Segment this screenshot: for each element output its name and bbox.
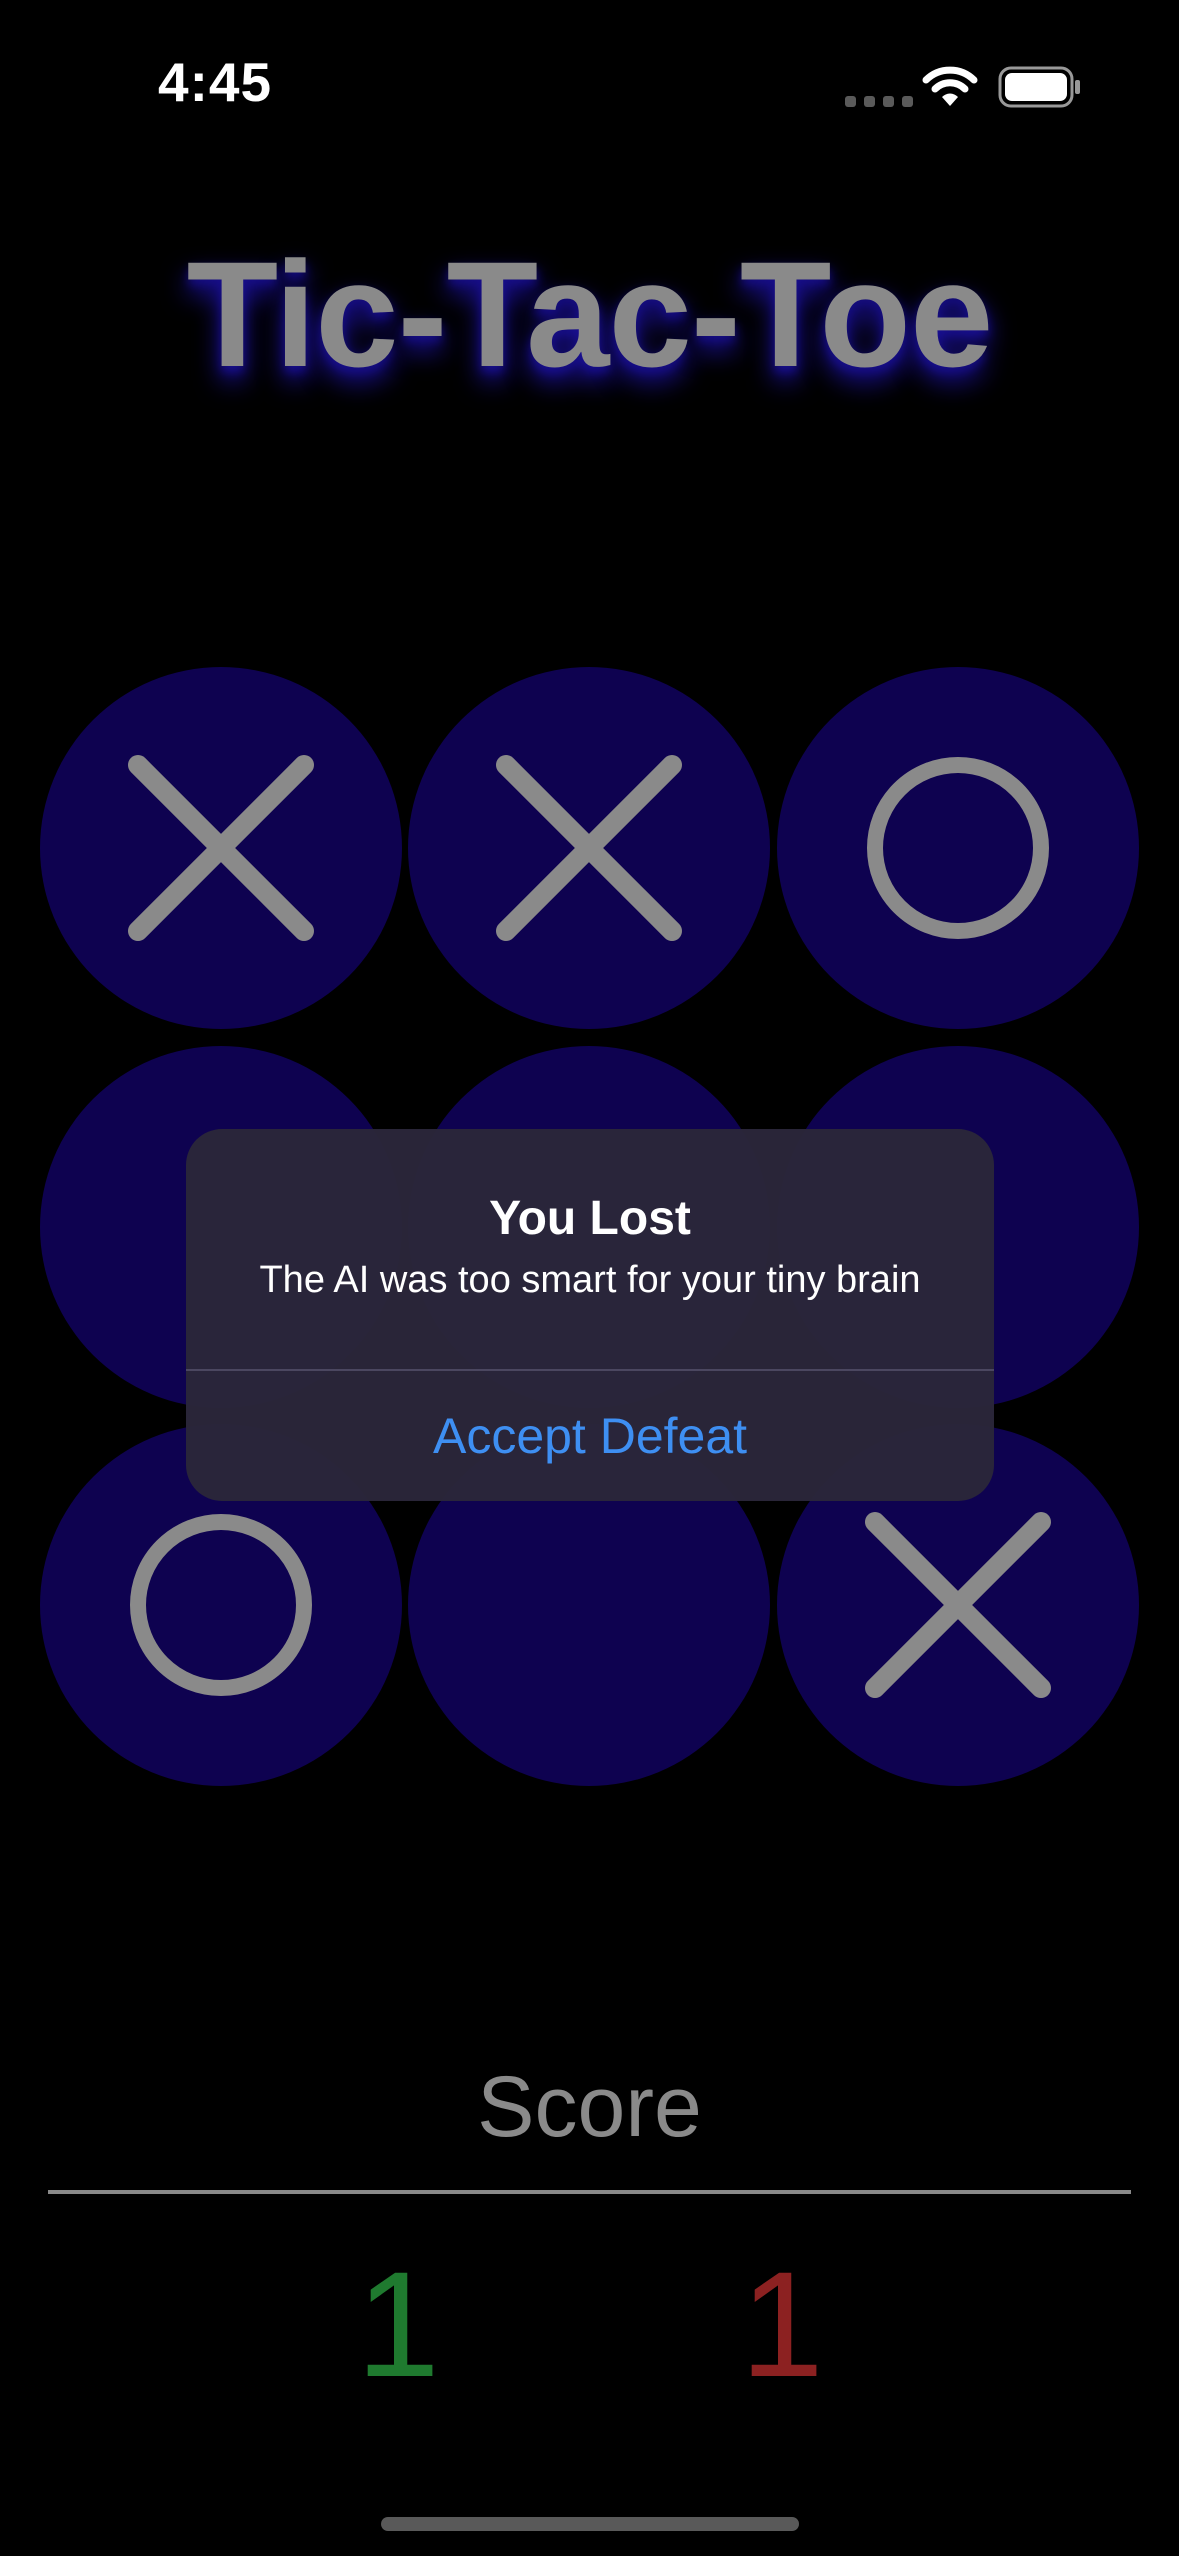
screen: 4:45 Tic-Tac-Toe You Lost The AI was too… — [0, 0, 1179, 2556]
ai-score: 1 — [740, 2240, 824, 2408]
player-score: 1 — [356, 2240, 440, 2408]
home-indicator[interactable] — [381, 2517, 799, 2531]
score-label: Score — [477, 2059, 702, 2155]
alert-message: The AI was too smart for your tiny brain — [259, 1259, 921, 1301]
accept-defeat-button[interactable]: Accept Defeat — [186, 1371, 994, 1501]
alert-dialog: You Lost The AI was too smart for your t… — [186, 1129, 994, 1501]
alert-title: You Lost — [489, 1192, 691, 1245]
score-divider — [48, 2190, 1131, 2194]
